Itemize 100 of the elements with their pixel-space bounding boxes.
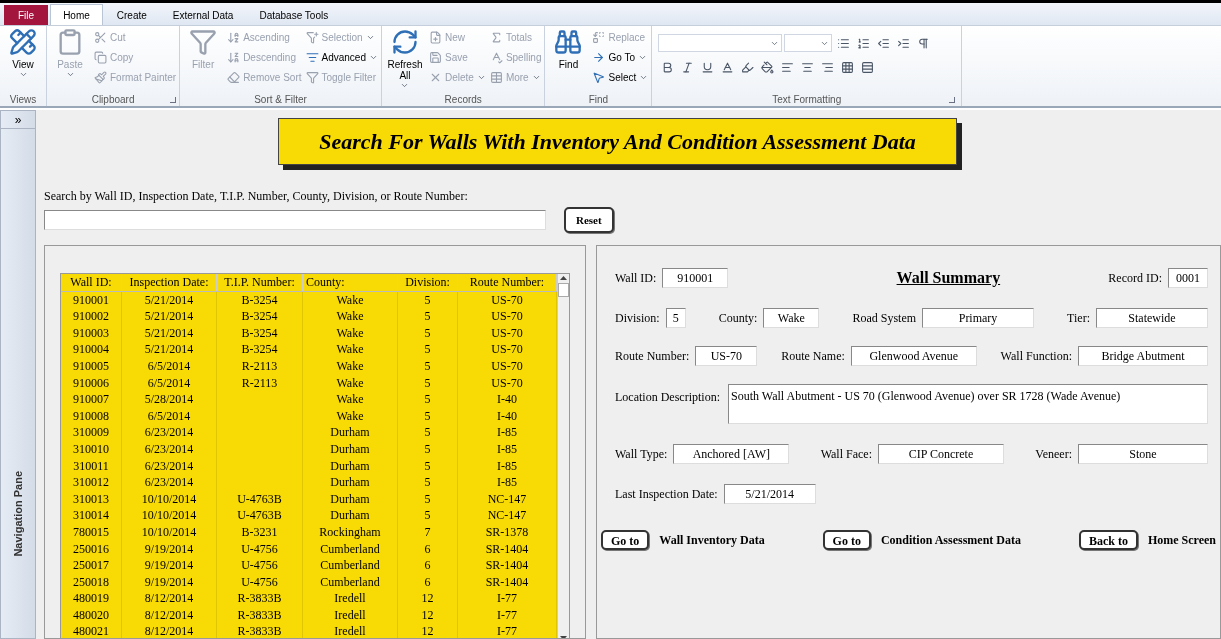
table-cell: B-3254 xyxy=(217,291,303,309)
table-cell: 310009 xyxy=(61,424,122,441)
text-field[interactable]: US-70 xyxy=(695,346,758,366)
navigation-button[interactable]: Go to xyxy=(601,530,650,550)
ribbon-tab[interactable]: File xyxy=(4,5,49,25)
table-cell: Wake xyxy=(303,308,398,325)
scrollbar-thumb[interactable] xyxy=(558,283,569,297)
caret-icon xyxy=(365,33,375,42)
navigation-pane[interactable]: » Navigation Pane xyxy=(0,110,36,639)
table-cell: 310014 xyxy=(61,507,122,524)
ribbon-group-label: Find xyxy=(588,92,609,107)
panel-title: Wall Summary xyxy=(895,268,1001,289)
ribbon-tab[interactable]: Database Tools xyxy=(247,5,341,25)
text-field[interactable]: Bridge Abutment xyxy=(1078,346,1208,366)
navigation-button[interactable]: Go to xyxy=(822,530,871,550)
table-cell: U-4763B xyxy=(217,507,303,524)
text-field[interactable]: 5 xyxy=(665,308,686,328)
text-field[interactable]: Anchored [AW] xyxy=(673,444,790,464)
eraser-icon xyxy=(227,71,241,84)
text-field[interactable]: Statewide xyxy=(1095,308,1208,328)
table-cell: 910006 xyxy=(61,374,122,392)
binoculars-icon xyxy=(554,28,583,56)
text-area[interactable]: South Wall Abutment - US 70 (Glenwood Avenue) over SR 1728 (Wade Avenue) xyxy=(728,384,1208,424)
pointer-icon xyxy=(592,71,606,84)
table-cell: 8/12/2014 xyxy=(122,606,217,624)
table-cell: Wake xyxy=(303,324,398,342)
table-cell: U-4763B xyxy=(217,490,303,508)
table-cell: Wake xyxy=(303,357,398,375)
ribbon-button[interactable]: Select xyxy=(592,68,649,87)
table-cell: 910003 xyxy=(61,324,122,342)
ribbon-large-button[interactable]: Refresh All xyxy=(385,28,425,92)
table-cell: 12 xyxy=(398,590,458,607)
table-cell: Durham xyxy=(303,507,398,524)
table-cell: B-3254 xyxy=(217,324,303,342)
table-cell: 910001 xyxy=(61,291,122,309)
text-field[interactable]: 5/21/2014 xyxy=(723,484,816,504)
ribbon-button[interactable]: Advanced xyxy=(305,48,378,67)
close-icon xyxy=(429,71,442,84)
funnel-icon xyxy=(305,31,319,44)
table-cell: 5/21/2014 xyxy=(122,341,217,358)
ribbon-tab[interactable]: Home xyxy=(50,4,103,25)
field-label: Route Number: xyxy=(615,348,690,365)
text-field[interactable]: 910001 xyxy=(662,268,729,288)
table-cell: 480019 xyxy=(61,590,122,607)
scroll-up-icon[interactable] xyxy=(560,276,567,280)
ribbon-group-label: Views xyxy=(9,92,37,107)
field-label: Location Description: xyxy=(615,389,720,406)
caret-icon xyxy=(400,81,410,90)
table-icon xyxy=(489,71,503,84)
ribbon-tab[interactable]: Create xyxy=(104,5,159,25)
table-cell: 310013 xyxy=(61,490,122,508)
table-cell: 10/10/2014 xyxy=(122,507,217,524)
table-cell: Cumberland xyxy=(303,557,398,574)
search-label: Search by Wall ID, Inspection Date, T.I.P. Number, County, Division, or Route Number: xyxy=(44,188,469,205)
table-cell: 5 xyxy=(398,357,458,375)
button-caption: Home Screen xyxy=(1147,532,1216,549)
table-cell: 5/21/2014 xyxy=(122,308,217,325)
table-cell: 12 xyxy=(398,623,458,638)
table-cell: Rockingham xyxy=(303,523,398,541)
ribbon-group-label: Records xyxy=(444,92,482,107)
font-size-field[interactable] xyxy=(784,34,833,52)
ribbon-button[interactable]: Go To xyxy=(592,48,649,67)
text-field[interactable]: Primary xyxy=(922,308,1035,328)
ribbon-large-button[interactable]: Find xyxy=(548,28,589,92)
text-field[interactable]: Stone xyxy=(1078,444,1208,464)
text-field[interactable]: CIP Concrete xyxy=(878,444,1004,464)
ribbon-tab[interactable]: External Data xyxy=(160,5,246,25)
button-caption: Condition Assessment Data xyxy=(880,532,1021,549)
navigation-button[interactable]: Back to xyxy=(1078,530,1138,550)
table-cell: Cumberland xyxy=(303,540,398,558)
vertical-scrollbar[interactable] xyxy=(557,274,569,638)
table-cell: 250016 xyxy=(61,540,122,558)
table-cell: Iredell xyxy=(303,623,398,638)
table-cell: 6 xyxy=(398,573,458,591)
dialog-launcher-icon[interactable] xyxy=(949,97,956,103)
table-cell: B-3254 xyxy=(217,341,303,358)
table-cell: 5/21/2014 xyxy=(122,324,217,342)
ribbon-large-button[interactable]: View xyxy=(3,28,43,92)
table-cell: 250018 xyxy=(61,573,122,591)
dialog-launcher-icon[interactable] xyxy=(170,97,177,103)
text-field[interactable]: Wake xyxy=(763,308,820,328)
search-field[interactable] xyxy=(44,210,546,230)
table-cell: 6/23/2014 xyxy=(122,440,217,458)
sort-descending-icon xyxy=(227,51,241,64)
table-cell: 480021 xyxy=(61,623,122,638)
reset-button[interactable]: Reset xyxy=(564,207,614,233)
field-label: Wall Face: xyxy=(820,446,872,463)
expand-pane-button[interactable]: » xyxy=(1,111,35,129)
table-cell: Durham xyxy=(303,457,398,475)
font-name-field[interactable] xyxy=(658,34,783,52)
text-field[interactable]: Glenwood Avenue xyxy=(850,346,977,366)
table-cell: 5 xyxy=(398,374,458,392)
field-label: Road System xyxy=(852,310,917,327)
table-cell: 910007 xyxy=(61,391,122,408)
column-header: T.I.P. Number: xyxy=(217,274,303,291)
table-cell: Wake xyxy=(303,407,398,425)
caret-icon xyxy=(638,53,647,62)
table-cell: Wake xyxy=(303,291,398,309)
new-record-icon xyxy=(429,31,442,44)
text-field[interactable]: 0001 xyxy=(1168,268,1208,288)
